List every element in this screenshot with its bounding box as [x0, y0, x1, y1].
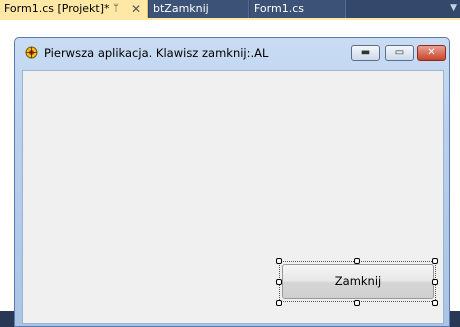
form-caption-bar[interactable]: Pierwsza aplikacja. Klawisz zamknij:.AL … — [15, 38, 449, 64]
maximize-button[interactable]: ▭ — [385, 45, 414, 61]
resize-handle-bottom-right[interactable] — [432, 300, 438, 306]
form-close-button[interactable]: ✕ — [417, 45, 446, 61]
document-tab-strip: Form1.cs [Projekt]* ᛘ ✕ btZamknij Form1.… — [0, 0, 460, 18]
resize-handle-top[interactable] — [354, 258, 360, 264]
minimize-button[interactable]: ▬ — [351, 45, 380, 61]
resize-handle-right[interactable] — [432, 279, 438, 285]
tab-label: btZamknij — [153, 2, 209, 15]
pin-icon[interactable]: ᛘ — [113, 0, 119, 18]
tab-dropdown-icon[interactable]: ▼ — [450, 3, 457, 13]
resize-handle-bottom-left[interactable] — [276, 300, 282, 306]
resize-handle-top-left[interactable] — [276, 258, 282, 264]
designer-surface: Pierwsza aplikacja. Klawisz zamknij:.AL … — [0, 20, 460, 327]
resize-handle-top-right[interactable] — [432, 258, 438, 264]
tab-strip-empty-area: ▼ — [346, 0, 460, 18]
tab-label: Form1.cs — [254, 2, 304, 15]
app-icon — [25, 46, 38, 59]
form-title: Pierwsza aplikacja. Klawisz zamknij:.AL — [44, 46, 269, 60]
zamknij-button[interactable]: Zamknij — [282, 264, 434, 299]
close-icon[interactable]: ✕ — [131, 0, 141, 18]
resize-handle-left[interactable] — [276, 279, 282, 285]
resize-handle-bottom[interactable] — [354, 300, 360, 306]
tab-form1-designer[interactable]: Form1.cs [Projekt]* ᛘ ✕ — [0, 0, 148, 18]
tab-label: Form1.cs [Projekt]* — [4, 2, 110, 15]
tab-btzamknij[interactable]: btZamknij — [149, 0, 249, 18]
form-window[interactable]: Pierwsza aplikacja. Klawisz zamknij:.AL … — [14, 37, 450, 327]
tab-form1-code[interactable]: Form1.cs — [250, 0, 346, 18]
form-client-area[interactable]: Zamknij — [22, 70, 444, 324]
